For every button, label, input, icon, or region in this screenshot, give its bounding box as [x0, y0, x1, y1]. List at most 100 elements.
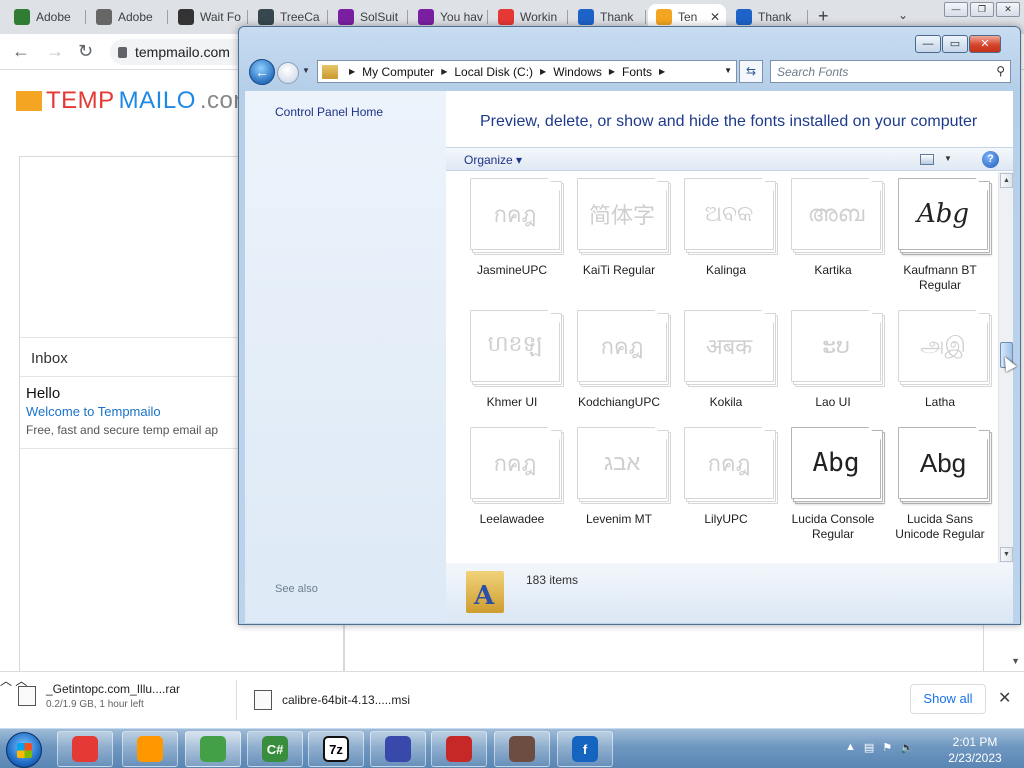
address-history-chevron-icon[interactable]: ▼: [724, 66, 732, 75]
close-tab-icon[interactable]: ✕: [710, 10, 720, 24]
chrome-old-icon: [72, 736, 98, 762]
tab-separator: [567, 10, 568, 24]
breadcrumb-my-computer[interactable]: My Computer: [362, 65, 434, 79]
maximize-button[interactable]: ▭: [942, 35, 968, 53]
taskbar-app-button[interactable]: [185, 731, 241, 767]
maximize-button[interactable]: ❐: [970, 2, 994, 17]
download-item[interactable]: calibre-64bit-4.13.....msi: [254, 690, 410, 710]
breadcrumb-chevron-icon[interactable]: ▶: [540, 67, 546, 76]
download-options-chevron-icon[interactable]: ︿: [0, 674, 12, 688]
action-center-flag-icon[interactable]: ⚑: [882, 741, 892, 754]
network-icon[interactable]: ▤: [864, 741, 874, 754]
font-file-icon: ଅବକ: [684, 178, 778, 255]
minimize-button[interactable]: —: [915, 35, 941, 53]
font-tile[interactable]: 简体字 KaiTi Regular: [565, 172, 673, 302]
taskbar-clock[interactable]: 2:01 PM 2/23/2023: [935, 734, 1015, 766]
scroll-down-icon[interactable]: ▼: [1000, 547, 1013, 562]
font-file-icon: אבג: [577, 427, 671, 504]
font-tile[interactable]: กคฎ Leelawadee: [458, 421, 566, 551]
taskbar-app-button[interactable]: [370, 731, 426, 767]
show-all-downloads-button[interactable]: Show all: [910, 684, 986, 714]
view-options-chevron-icon[interactable]: ▼: [944, 154, 952, 163]
tab-search-chevron-icon[interactable]: ⌄: [898, 8, 908, 22]
start-button[interactable]: [6, 732, 42, 768]
download-item[interactable]: _Getintopc.com_Illu....rar 0.2/1.9 GB, 1…: [18, 682, 180, 710]
taskbar-app-button[interactable]: [57, 731, 113, 767]
back-arrow-icon[interactable]: ←: [12, 41, 30, 62]
fonts-grid: กคฎ JasmineUPC 简体字 KaiTi Regular ଅବକ Kalinga അ…: [446, 172, 998, 563]
reload-icon[interactable]: ↻: [78, 41, 93, 62]
fontforge-icon: f: [572, 736, 598, 762]
font-tile[interactable]: กคฎ LilyUPC: [672, 421, 780, 551]
download-bar: _Getintopc.com_Illu....rar 0.2/1.9 GB, 1…: [0, 671, 1024, 728]
font-tile[interactable]: अबक Kokila: [672, 304, 780, 434]
browser-tab[interactable]: Adobe: [6, 4, 86, 30]
font-tile[interactable]: Abg Lucida Sans Unicode Regular: [886, 421, 994, 551]
close-button[interactable]: ✕: [969, 35, 1001, 53]
taskbar-app-button[interactable]: C#: [247, 731, 303, 767]
font-tile[interactable]: אבג Levenim MT: [565, 421, 673, 551]
breadcrumb-chevron-icon[interactable]: ▶: [609, 67, 615, 76]
tab-label: Workin: [520, 10, 558, 24]
search-icon[interactable]: ⚲: [996, 64, 1005, 78]
page-scroll-down-icon[interactable]: ▼: [1011, 656, 1020, 666]
browser-tab[interactable]: Adobe: [88, 4, 168, 30]
organize-label: Organize: [464, 153, 513, 167]
font-tile[interactable]: அஇ Latha: [886, 304, 994, 434]
breadcrumb-chevron-icon[interactable]: ▶: [349, 67, 355, 76]
forward-arrow-icon[interactable]: [277, 62, 299, 84]
font-tile[interactable]: ະບ Lao UI: [779, 304, 887, 434]
taskbar-app-button[interactable]: f: [557, 731, 613, 767]
search-fonts-input[interactable]: Search Fonts ⚲: [770, 60, 1011, 83]
close-download-bar-icon[interactable]: ✕: [998, 688, 1011, 708]
font-tile[interactable]: กคฎ JasmineUPC: [458, 172, 566, 302]
treecam-icon: [258, 9, 274, 25]
tab-label: SolSuit: [360, 10, 399, 24]
font-tile[interactable]: กคฎ KodchiangUPC: [565, 304, 673, 434]
font-tile[interactable]: ហខឡ Khmer UI: [458, 304, 566, 434]
change-view-icon[interactable]: [920, 154, 934, 165]
rar-file-icon: [18, 686, 36, 706]
back-arrow-icon[interactable]: ←: [249, 59, 275, 85]
browser-tab[interactable]: Wait Fo: [170, 4, 248, 30]
tab-separator: [167, 10, 168, 24]
youtube-icon: [498, 9, 514, 25]
organize-menu-button[interactable]: Organize ▾: [464, 153, 522, 167]
minimize-button[interactable]: —: [944, 2, 968, 17]
breadcrumb-local-disk[interactable]: Local Disk (C:): [454, 65, 533, 79]
close-button[interactable]: ✕: [996, 2, 1020, 17]
lock-icon: [118, 46, 127, 58]
font-sample: אבג: [577, 427, 667, 499]
breadcrumb-chevron-icon[interactable]: ▶: [441, 67, 447, 76]
chrome-icon: [200, 736, 226, 762]
control-panel-home-link[interactable]: Control Panel Home: [275, 105, 383, 119]
volume-icon[interactable]: 🔈: [900, 741, 914, 754]
taskbar-app-button[interactable]: [431, 731, 487, 767]
help-icon[interactable]: ?: [982, 151, 999, 168]
explorer-address-bar[interactable]: ▶ My Computer ▶ Local Disk (C:) ▶ Windows ▶…: [317, 60, 737, 83]
taskbar-app-button[interactable]: 7z: [308, 731, 364, 767]
font-tile[interactable]: ଅବକ Kalinga: [672, 172, 780, 302]
address-bar[interactable]: tempmailo.com: [110, 39, 250, 65]
breadcrumb-fonts[interactable]: Fonts: [622, 65, 652, 79]
site-logo[interactable]: TEMP MAILO .com: [16, 87, 254, 115]
scroll-up-icon[interactable]: ▲: [1000, 173, 1013, 188]
new-tab-button[interactable]: +: [818, 6, 829, 27]
refresh-icon[interactable]: ⇆: [739, 60, 763, 83]
recent-pages-chevron-icon[interactable]: ▼: [302, 66, 310, 75]
7zip-icon: 7z: [323, 736, 349, 762]
show-hidden-icons-icon[interactable]: ▲: [845, 741, 856, 754]
font-file-icon: กคฎ: [684, 427, 778, 504]
breadcrumb-chevron-icon[interactable]: ▶: [659, 67, 665, 76]
font-name: Kartika: [814, 263, 852, 277]
font-tile[interactable]: അബ Kartika: [779, 172, 887, 302]
see-also-heading: See also: [275, 583, 318, 595]
font-name: Lao UI: [815, 395, 851, 409]
font-sample: ଅବକ: [684, 178, 774, 250]
taskbar-app-button[interactable]: [494, 731, 550, 767]
font-tile[interactable]: Abg Lucida Console Regular: [779, 421, 887, 551]
forward-arrow-icon[interactable]: →: [46, 41, 64, 62]
font-tile[interactable]: Abg Kaufmann BT Regular: [886, 172, 994, 302]
taskbar-app-button[interactable]: [122, 731, 178, 767]
breadcrumb-windows[interactable]: Windows: [553, 65, 602, 79]
